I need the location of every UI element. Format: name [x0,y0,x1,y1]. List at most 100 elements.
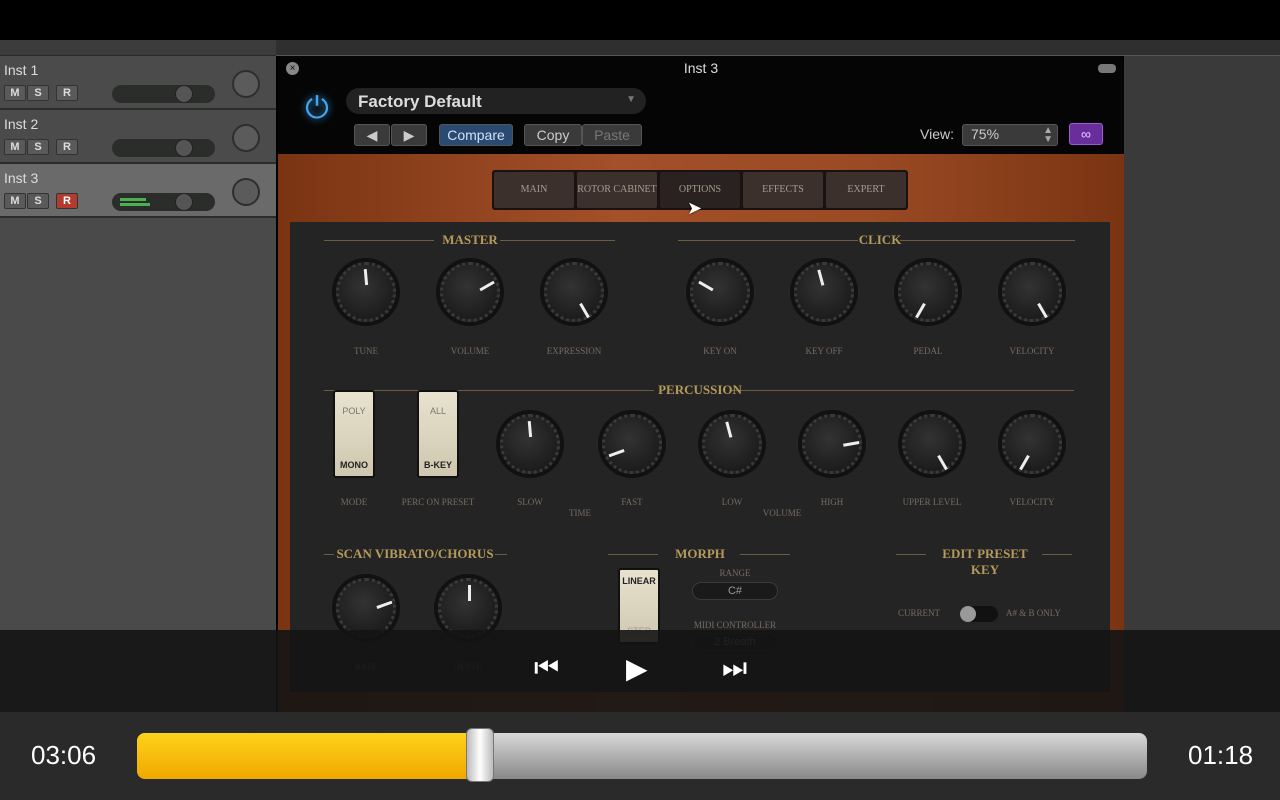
divider [730,390,1074,391]
tab-expert[interactable]: EXPERT [826,172,906,208]
pan-knob[interactable] [232,124,260,152]
solo-button[interactable]: S [27,139,49,155]
section-scan: SCAN VIBRATO/CHORUS [336,546,494,561]
prev-preset-button[interactable]: ◀ [354,124,390,146]
progress-area: 03:06 01:18 [0,712,1280,800]
percussion-fast-knob[interactable] [602,414,662,474]
preset-name: Factory Default [358,92,482,111]
edit-preset-key-toggle[interactable] [960,606,998,622]
knob-label: FAST [621,497,643,507]
knob-pointer [376,600,393,609]
zoom-window-button[interactable] [1098,64,1116,73]
elapsed-time: 03:06 [31,740,97,770]
progress-bar[interactable] [137,733,1147,779]
knob-pointer [817,269,825,286]
next-preset-button[interactable]: ▶ [391,124,427,146]
level-meter [120,198,146,201]
play-icon[interactable]: ▶ [626,652,648,685]
scan-rate-knob[interactable] [336,578,396,638]
knob-pointer [468,585,471,601]
solo-button[interactable]: S [27,193,49,209]
fader-thumb[interactable] [175,193,193,211]
mode-switch[interactable]: POLY MONO [333,390,375,478]
arrange-area[interactable] [1124,56,1280,712]
volume-fader[interactable] [112,85,215,103]
percussion-slow-knob[interactable] [500,414,560,474]
click-velocity-knob[interactable] [1002,262,1062,322]
organ-panel: MAIN ROTOR CABINET OPTIONS EFFECTS EXPERT MA… [278,154,1124,712]
tab-main[interactable]: MAIN [494,172,574,208]
knob-pointer [1019,454,1030,471]
percussion-upper-level-knob[interactable] [902,414,962,474]
switch-bottom-label: B-KEY [423,460,452,470]
mute-button[interactable]: M [4,193,26,209]
pan-knob[interactable] [232,178,260,206]
skip-back-icon[interactable]: ⏮ [534,652,559,685]
scan-depth-knob[interactable] [438,578,498,638]
tab-effects[interactable]: EFFECTS [743,172,823,208]
divider [324,240,434,241]
click-pedal-knob[interactable] [898,262,958,322]
knob-label: LOW [721,497,743,507]
click-key-off-knob[interactable] [794,262,854,322]
divider [1042,554,1072,555]
knob-pointer [579,302,590,319]
percussion-velocity-knob[interactable] [1002,414,1062,474]
switch-top-label: POLY [342,406,366,416]
knob-label: EXPRESSION [546,346,602,356]
percussion-low-knob[interactable] [702,414,762,474]
volume-fader[interactable] [112,139,215,157]
knob-label: KEY OFF [805,346,843,356]
knob-label: VELOCITY [1009,346,1055,356]
toggle-knob [960,606,976,622]
fader-thumb[interactable] [175,139,193,157]
knob-pointer [608,449,625,458]
master-volume-knob[interactable] [440,262,500,322]
skip-forward-icon[interactable]: ⏭ [722,652,747,685]
range-field[interactable]: C# [692,582,778,600]
section-morph: MORPH [675,546,725,561]
perc-on-preset-switch[interactable]: ALL B-KEY [417,390,459,478]
track-row[interactable]: Inst 1 M S R [0,56,276,110]
current-label: CURRENT [897,608,940,618]
record-button[interactable]: R [56,193,78,209]
view-select[interactable]: 75% ▲ ▼ [962,124,1058,146]
progress-handle[interactable] [466,728,495,782]
volume-fader[interactable] [112,193,215,211]
master-expression-knob[interactable] [544,262,604,322]
pan-knob[interactable] [232,70,260,98]
chevron-down-icon: ▼ [626,94,636,105]
level-meter [120,203,150,206]
paste-button[interactable]: Paste [582,124,642,146]
power-icon[interactable]: ⏻ [300,92,334,126]
solo-button[interactable]: S [27,85,49,101]
section-percussion: PERCUSSION [658,382,742,397]
link-icon[interactable]: ∞ [1069,123,1103,145]
copy-button[interactable]: Copy [524,124,582,146]
range-label: RANGE [719,568,751,578]
knob-label: UPPER LEVEL [902,497,962,507]
percussion-high-knob[interactable] [802,414,862,474]
master-tune-knob[interactable] [336,262,396,322]
track-row[interactable]: Inst 3 M S R [0,164,276,218]
knob-pointer [479,280,495,292]
knob-pointer [698,280,714,292]
compare-button[interactable]: Compare [439,124,513,146]
knob-pointer [937,454,948,471]
click-key-on-knob[interactable] [690,262,750,322]
knob-label: TUNE [354,346,378,356]
record-button[interactable]: R [56,85,78,101]
preset-dropdown[interactable]: Factory Default ▼ [346,88,646,114]
mouse-cursor-icon: ➤ [687,198,703,218]
fader-thumb[interactable] [175,85,193,103]
a-sharp-b-only-label: A# & B ONLY [1006,608,1061,618]
record-button[interactable]: R [56,139,78,155]
view-label: View: [920,126,954,142]
timeline-ruler[interactable] [276,40,1280,56]
options-panel: MASTER CLICK PERCUSSION SCAN VIBRATO/CHORUS… [290,222,1110,692]
tab-rotor-cabinet[interactable]: ROTOR CABINET [577,172,657,208]
mute-button[interactable]: M [4,85,26,101]
track-row[interactable]: Inst 2 M S R [0,110,276,164]
mute-button[interactable]: M [4,139,26,155]
knob-pointer [527,420,533,438]
